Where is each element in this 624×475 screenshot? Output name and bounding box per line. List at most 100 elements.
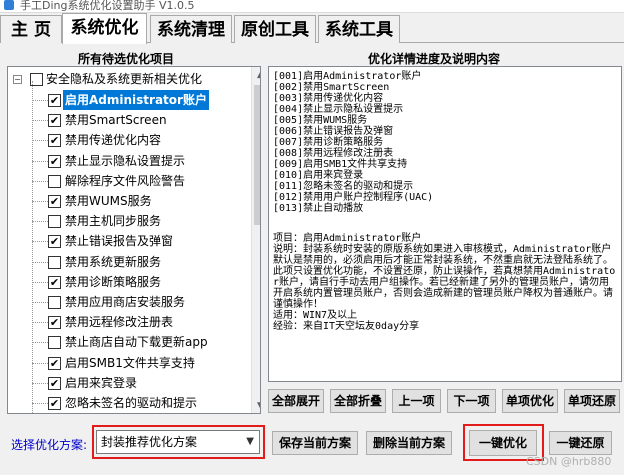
tree-branch-line [32,261,48,263]
tree-item[interactable]: ✔ 忽略未签名的驱动和提示 [8,393,244,413]
tree-item-label: 禁用主机同步服务 [65,214,162,229]
save-scheme-button[interactable]: 保存当前方案 [272,431,358,455]
tree-branch-line [32,140,48,142]
app-icon [4,0,14,10]
checked-checkbox-icon[interactable]: ✔ [48,397,61,410]
next-item-button[interactable]: 下一项 [447,389,496,413]
tree-scrollbar[interactable]: ▲ ▼ [251,67,260,413]
checked-checkbox-icon[interactable]: ✔ [48,235,61,249]
progress-line: [007]禁用诊断策略服务 [273,137,384,148]
single-optimize-button[interactable]: 单项优化 [502,389,558,413]
tree-item-label: 禁止显示隐私设置提示 [65,153,186,168]
tree-item[interactable]: ✔ 启用SMB1文件共享支持 [8,353,244,373]
tab-original-tools[interactable]: 原创工具 [234,15,316,43]
one-click-optimize-button[interactable]: 一键优化 [469,430,537,456]
tree-branch-line [32,120,48,122]
tree-item-label: 禁用传递优化内容 [65,133,162,148]
tree-item[interactable]: ✔ 禁用WUMS服务 [8,191,244,211]
tree-item[interactable]: ✔ 禁止显示隐私设置提示 [8,151,244,171]
tree-branch-line [32,322,48,324]
tree-item[interactable]: ✔ 启用来宾登录 [8,373,244,393]
scroll-thumb[interactable] [254,85,260,225]
checked-checkbox-icon[interactable]: ✔ [48,114,61,128]
window-title: 手工Ding系统优化设置助手 V1.0.5 [20,0,195,12]
checked-checkbox-icon[interactable]: ✔ [48,356,61,370]
expand-all-button[interactable]: 全部展开 [268,389,324,413]
unchecked-checkbox-icon[interactable] [48,255,61,269]
checked-checkbox-icon[interactable]: ✔ [48,376,61,390]
tree-group-label: 安全隐私及系统更新相关优化 [46,72,203,86]
tree-branch-line [32,180,48,182]
tab-home[interactable]: 主 页 [0,15,62,43]
checked-checkbox-icon[interactable]: ✔ [48,275,61,289]
tree-item-label: 禁用诊断策略服务 [65,274,162,289]
tree-item-label: 启用来宾登录 [65,375,138,390]
title-bar: 手工Ding系统优化设置助手 V1.0.5 [0,0,624,13]
tree-item-label: 禁用SmartScreen [65,113,167,128]
tree-item[interactable]: ✔ 禁用远程修改注册表 [8,312,244,332]
tab-system-tools[interactable]: 系统工具 [318,15,400,43]
tree-item[interactable]: 禁用系统更新服务 [8,252,244,272]
unchecked-checkbox-icon[interactable] [48,174,61,188]
tab-system-cleanup[interactable]: 系统清理 [150,15,232,43]
tree-branch-line [32,362,48,364]
progress-line: [006]禁止错误报告及弹窗 [273,126,394,137]
item-description: 项目：启用Administrator账户 说明：封装系统时安装的原版系统如果进入… [273,233,616,332]
tree-item[interactable]: 解除程序文件风险警告 [8,171,244,191]
checked-checkbox-icon[interactable]: ✔ [48,195,61,208]
checked-checkbox-icon[interactable]: ✔ [48,94,61,107]
tree-item[interactable]: 禁用主机同步服务 [8,211,244,231]
scroll-down-arrow-icon[interactable]: ▼ [252,398,260,413]
collapse-icon[interactable]: − [13,75,22,84]
tree-item[interactable]: ✔ 禁用SmartScreen [8,110,244,130]
single-restore-button[interactable]: 单项还原 [564,389,620,413]
progress-line: [013]禁止自动播放 [273,203,364,214]
delete-scheme-button[interactable]: 删除当前方案 [366,431,452,455]
unchecked-checkbox-icon[interactable] [48,336,61,350]
scroll-up-arrow-icon[interactable]: ▲ [252,67,260,84]
tree-item-label: 禁用远程修改注册表 [65,315,174,330]
progress-line: [003]禁用传递优化内容 [273,93,384,104]
tree-group-row[interactable]: − 安全隐私及系统更新相关优化 [8,69,244,89]
tree-branch-line [32,241,48,243]
tree-item-label: 忽略未签名的驱动和提示 [65,396,198,410]
chevron-down-icon[interactable]: ▼ [246,431,254,453]
tree-item-label: 启用Administrator账户 [63,90,209,110]
tree-branch-line [32,382,48,384]
progress-line: [002]禁用SmartScreen [273,82,390,93]
tree-branch-line [32,302,48,303]
tree-item[interactable]: ✔ 禁用诊断策略服务 [8,272,244,292]
scheme-label: 选择优化方案: [11,438,88,452]
checked-checkbox-icon[interactable]: ✔ [48,316,61,330]
previous-item-button[interactable]: 上一项 [392,389,441,413]
tree-item-label: 禁用应用商店安装服务 [65,295,186,309]
tree-item[interactable]: ✔ 启用Administrator账户 [8,90,244,110]
tree-branch-line [32,221,48,223]
progress-line: [005]禁用WUMS服务 [273,115,368,126]
scheme-select[interactable]: 封装推荐优化方案 ▼ [96,430,260,454]
tree-item-label: 解除程序文件风险警告 [65,173,186,188]
tree-item[interactable]: 禁止商店自动下载更新app [8,332,244,352]
one-click-restore-button[interactable]: 一键还原 [549,431,612,455]
tree-item[interactable]: ✔ 禁用传递优化内容 [8,130,244,150]
tree-item-label: 禁止错误报告及弹窗 [65,234,174,249]
optimization-tree[interactable]: − 安全隐私及系统更新相关优化 ✔ 启用Administrator账户 ✔ 禁用Sma… [7,66,261,414]
checked-checkbox-icon[interactable]: ✔ [48,134,61,148]
progress-line: [012]禁用用户账户控制程序(UAC) [273,192,434,203]
tree-item-label: 禁用系统更新服务 [65,254,162,269]
main-tabs: 主 页 系统优化 系统清理 原创工具 系统工具 [0,13,624,44]
optimization-progress-list: [001]启用Administrator账户 [002]禁用SmartScreen… [273,71,433,214]
tree-item-label: 禁用WUMS服务 [65,194,152,208]
unchecked-checkbox-icon[interactable] [48,215,61,229]
collapse-all-button[interactable]: 全部折叠 [330,389,386,413]
tree-branch-line [32,160,48,162]
progress-line: [009]启用SMB1文件共享支持 [273,159,408,170]
tree-item[interactable]: ✔ 禁止错误报告及弹窗 [8,231,244,251]
tree-item[interactable]: 禁用应用商店安装服务 [8,292,244,312]
tab-system-optimize[interactable]: 系统优化 [62,13,147,44]
unchecked-checkbox-icon[interactable] [48,296,61,309]
tree-branch-line [32,403,48,404]
checked-checkbox-icon[interactable]: ✔ [48,154,61,168]
detail-textbox[interactable]: [001]启用Administrator账户 [002]禁用SmartScreen… [268,66,622,382]
scheme-select-value: 封装推荐优化方案 [101,435,198,449]
